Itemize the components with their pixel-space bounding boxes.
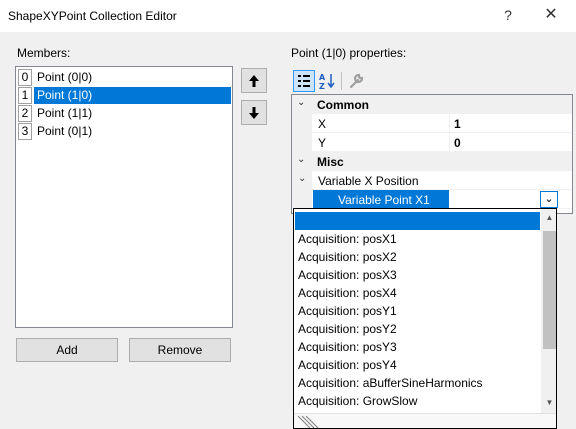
dropdown-item[interactable]: Acquisition: posY2 (295, 320, 540, 338)
member-index: 0 (18, 69, 32, 86)
dropdown-button[interactable]: ⌄ (540, 191, 558, 208)
dropdown-item[interactable]: Acquisition: GrowSlow (295, 392, 540, 410)
close-button[interactable]: ✕ (532, 0, 570, 30)
property-name: Y (318, 136, 327, 150)
category-name: Misc (317, 155, 344, 169)
dropdown-item[interactable]: Acquisition: posX1 (295, 230, 540, 248)
dropdown-item[interactable]: Acquisition: posX4 (295, 284, 540, 302)
member-item-1[interactable]: 1 Point (1|0) (17, 87, 231, 104)
property-grid[interactable]: ⌄ Common X 1 Y 0 ⌄ Misc ⌄ Variable X Pos… (291, 94, 573, 214)
help-button[interactable]: ? (490, 0, 526, 30)
toolbar-separator (341, 72, 342, 90)
member-index: 2 (18, 105, 32, 122)
dropdown-item[interactable]: Acquisition: aBufferSineHarmonics (295, 374, 540, 392)
member-index: 1 (18, 87, 32, 104)
arrow-down-icon (249, 107, 259, 119)
window-title: ShapeXYPoint Collection Editor (8, 9, 177, 23)
scroll-down-icon[interactable]: ▼ (541, 394, 556, 411)
alphabetical-icon: A Z (319, 73, 335, 91)
member-item-3[interactable]: 3 Point (0|1) (17, 123, 231, 140)
column-separator (449, 114, 450, 133)
svg-text:A: A (319, 73, 326, 82)
alphabetical-button[interactable]: A Z (316, 70, 338, 92)
chevron-down-icon[interactable]: ⌄ (298, 173, 306, 184)
member-label: Point (1|0) (37, 88, 93, 102)
add-button[interactable]: Add (16, 338, 118, 362)
move-up-button[interactable] (241, 68, 267, 93)
property-value[interactable]: 0 (454, 136, 461, 150)
scrollbar-thumb[interactable] (543, 231, 556, 349)
member-item-0[interactable]: 0 Point (0|0) (17, 69, 231, 86)
member-index: 3 (18, 123, 32, 140)
row-gutter (292, 133, 312, 152)
properties-label: Point (1|0) properties: (291, 46, 407, 60)
member-item-2[interactable]: 2 Point (1|1) (17, 105, 231, 122)
column-separator (449, 133, 450, 152)
dropdown-item[interactable]: Acquisition: posY1 (295, 302, 540, 320)
property-value[interactable]: 1 (454, 117, 461, 131)
dropdown-item[interactable]: Acquisition: posX2 (295, 248, 540, 266)
dropdown-scrollbar[interactable]: ▲ ▼ (541, 209, 556, 428)
property-name: Variable X Position (318, 174, 419, 188)
title-bar: ShapeXYPoint Collection Editor ? ✕ (0, 0, 576, 32)
svg-text:Z: Z (319, 82, 325, 91)
wrench-icon (349, 73, 364, 89)
property-row-variable-x-position[interactable]: ⌄ Variable X Position (292, 171, 572, 190)
scroll-up-icon[interactable]: ▲ (541, 209, 556, 226)
category-common[interactable]: ⌄ Common (292, 95, 572, 114)
member-label: Point (0|1) (37, 124, 93, 138)
property-row-y[interactable]: Y 0 (292, 133, 572, 152)
chevron-down-icon[interactable]: ⌄ (297, 97, 305, 108)
editing-property-name: Variable Point X1 (338, 193, 430, 207)
members-label: Members: (17, 46, 71, 60)
property-row-editing[interactable]: Variable Point X1 ⌄ (292, 190, 572, 209)
dropdown-item[interactable]: Acquisition: posY3 (295, 338, 540, 356)
category-name: Common (317, 98, 369, 112)
remove-button[interactable]: Remove (129, 338, 231, 362)
dropdown-item[interactable]: Acquisition: posX3 (295, 266, 540, 284)
property-row-x[interactable]: X 1 (292, 114, 572, 133)
property-pages-button[interactable] (345, 70, 367, 92)
arrow-up-icon (249, 75, 259, 87)
members-list[interactable]: 0 Point (0|0) 1 Point (1|0) 2 Point (1|1… (15, 66, 233, 328)
chevron-down-icon[interactable]: ⌄ (297, 154, 305, 165)
category-misc[interactable]: ⌄ Misc (292, 152, 572, 171)
resize-bar[interactable] (294, 413, 556, 429)
resize-grip-icon[interactable] (296, 414, 320, 429)
dropdown-item[interactable] (295, 212, 540, 230)
dropdown-item[interactable]: Acquisition: posY4 (295, 356, 540, 374)
property-name: X (318, 117, 327, 131)
row-gutter (292, 190, 312, 209)
value-dropdown-list[interactable]: Acquisition: posX1 Acquisition: posX2 Ac… (293, 208, 557, 429)
categorized-icon (298, 75, 310, 87)
member-label: Point (1|1) (37, 106, 93, 120)
member-label: Point (0|0) (37, 70, 93, 84)
categorized-button[interactable] (293, 70, 315, 92)
move-down-button[interactable] (241, 100, 267, 125)
row-gutter (292, 114, 312, 133)
